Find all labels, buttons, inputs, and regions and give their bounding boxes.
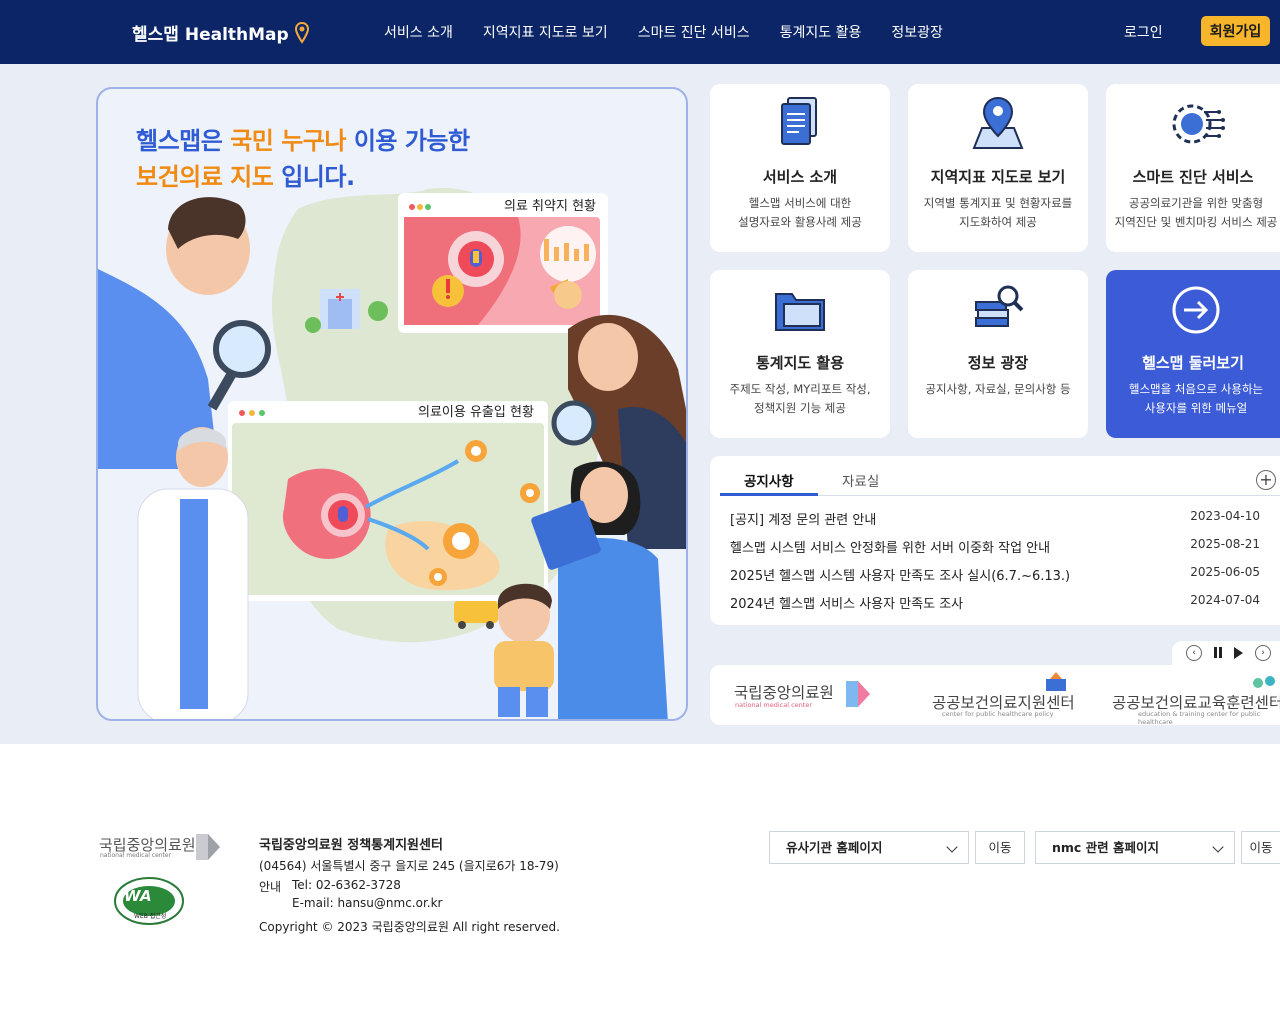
hero-line1-a: 헬스맵은 bbox=[136, 127, 223, 155]
nav-stat-map[interactable]: 통계지도 활용 bbox=[780, 22, 862, 42]
footer-guide-label: 안내 bbox=[259, 880, 282, 894]
notice-board: 공지사항 자료실 + [공지] 계정 문의 관련 안내 2023-04-10 헬… bbox=[710, 456, 1280, 625]
chevron-down-icon bbox=[946, 841, 958, 853]
notice-row[interactable]: 헬스맵 시스템 서비스 안정화를 위한 서버 이중화 작업 안내 2025-08… bbox=[730, 537, 1260, 556]
top-header: 헬스맵 HealthMap 서비스 소개 지역지표 지도로 보기 스마트 진단 … bbox=[0, 0, 1280, 64]
main-nav: 서비스 소개 지역지표 지도로 보기 스마트 진단 서비스 통계지도 활용 정보… bbox=[384, 22, 943, 42]
notice-title[interactable]: 2025년 헬스맵 시스템 사용자 만족도 조사 실시(6.7.~6.13.) bbox=[730, 565, 1070, 584]
tab-active-indicator bbox=[720, 493, 818, 496]
gear-circuit-icon bbox=[1172, 104, 1225, 144]
footer-logo-icon bbox=[196, 834, 220, 860]
notice-date: 2025-08-21 bbox=[1190, 537, 1260, 551]
banner-next-icon[interactable]: › bbox=[1255, 645, 1271, 661]
nmc-sites-select[interactable]: nmc 관련 홈페이지 bbox=[1035, 831, 1235, 864]
hero-line2-b: 입니다. bbox=[281, 163, 355, 191]
notice-date: 2024-07-04 bbox=[1190, 593, 1260, 607]
card-desc: 공지사항, 자료실, 문의사항 등 bbox=[925, 382, 1071, 396]
card-desc: 헬스맵을 처음으로 사용하는 사용자를 위한 메뉴얼 bbox=[1128, 382, 1264, 415]
banner-prev-icon[interactable]: ‹ bbox=[1186, 645, 1202, 661]
card-desc: 헬스맵 서비스에 대한 설명자료와 활용사례 제공 bbox=[738, 196, 862, 229]
logo-text: 헬스맵 HealthMap bbox=[132, 25, 289, 45]
nmc-logo-icon bbox=[846, 681, 870, 707]
partner-public-health-sub: center for public healthcare policy bbox=[942, 710, 1054, 718]
card-healthmap-tour[interactable]: 헬스맵 둘러보기 헬스맵을 처음으로 사용하는 사용자를 위한 메뉴얼 bbox=[1106, 270, 1280, 438]
notice-row[interactable]: 2025년 헬스맵 시스템 사용자 만족도 조사 실시(6.7.~6.13.) … bbox=[730, 565, 1260, 584]
site-logo[interactable]: 헬스맵 HealthMap bbox=[132, 20, 309, 45]
partner-nmc-sub: national medical center bbox=[735, 701, 813, 709]
panel-vulnerable-label: 의료 취약지 현황 bbox=[504, 199, 596, 214]
card-info-plaza[interactable]: 정보 광장 공지사항, 자료실, 문의사항 등 bbox=[908, 270, 1088, 438]
main-area: 헬스맵은 국민 누구나 이용 가능한 보건의료 지도 입니다. 의료 취약지 현… bbox=[0, 64, 1280, 744]
public-health-logo-icon bbox=[1046, 672, 1066, 691]
nav-service-intro[interactable]: 서비스 소개 bbox=[384, 22, 453, 42]
card-desc: 주제도 작성, MY리포트 작성, 정책지원 기능 제공 bbox=[729, 382, 871, 415]
card-title: 정보 광장 bbox=[967, 354, 1029, 372]
card-desc: 공공의료기관을 위한 맞춤형 지역진단 및 벤치마킹 서비스 제공 bbox=[1114, 196, 1278, 229]
partner-training-center-sub: education & training center for public h… bbox=[1138, 710, 1261, 726]
panel-flow-label: 의료이용 유출입 현황 bbox=[418, 405, 534, 420]
footer-address: (04564) 서울특별시 중구 을지로 245 (을지로6가 18-79) bbox=[259, 859, 559, 873]
footer-email: E-mail: hansu@nmc.or.kr bbox=[292, 896, 443, 910]
notice-date: 2023-04-10 bbox=[1190, 509, 1260, 523]
hero-line2-a: 보건의료 지도 bbox=[136, 163, 274, 191]
notice-title[interactable]: 2024년 헬스맵 서비스 사용자 만족도 조사 bbox=[730, 593, 963, 612]
card-title: 서비스 소개 bbox=[762, 168, 838, 186]
hero-illustration: 헬스맵은 국민 누구나 이용 가능한 보건의료 지도 입니다. 의료 취약지 현… bbox=[96, 87, 688, 721]
nav-info-plaza[interactable]: 정보광장 bbox=[891, 22, 943, 42]
login-link[interactable]: 로그인 bbox=[1124, 22, 1163, 42]
notice-title[interactable]: 헬스맵 시스템 서비스 안정화를 위한 서버 이중화 작업 안내 bbox=[730, 537, 1050, 556]
nav-smart-diagnosis[interactable]: 스마트 진단 서비스 bbox=[638, 22, 750, 42]
document-icon bbox=[781, 97, 817, 145]
card-regional-map[interactable]: 지역지표 지도로 보기 지역별 통계지표 및 현황자료를 지도화하여 제공 bbox=[908, 84, 1088, 252]
wa-badge-sub: WEB 접근성 bbox=[134, 913, 167, 920]
logo-pin-icon bbox=[294, 21, 309, 44]
notice-title[interactable]: [공지] 계정 문의 관련 안내 bbox=[730, 509, 876, 528]
related-sites-select-value: 유사기관 홈페이지 bbox=[786, 840, 883, 855]
nmc-sites-select-value: nmc 관련 홈페이지 bbox=[1052, 840, 1160, 855]
nmc-sites-go-button[interactable]: 이동 bbox=[1241, 831, 1280, 864]
footer-copyright: Copyright © 2023 국립중앙의료원 All right reser… bbox=[259, 920, 560, 934]
card-title: 헬스맵 둘러보기 bbox=[1142, 354, 1244, 372]
banner-pause-icon[interactable] bbox=[1214, 647, 1217, 658]
footer-tel: Tel: 02-6362-3728 bbox=[292, 878, 401, 892]
hero-headline: 헬스맵은 국민 누구나 이용 가능한 보건의료 지도 입니다. bbox=[136, 123, 470, 195]
notice-row[interactable]: 2024년 헬스맵 서비스 사용자 만족도 조사 2024-07-04 bbox=[730, 593, 1260, 612]
hero-line1-b: 국민 누구나 bbox=[230, 127, 346, 155]
banner-pause-icon-bar[interactable] bbox=[1219, 647, 1222, 658]
more-plus-icon[interactable]: + bbox=[1256, 470, 1276, 490]
books-search-icon bbox=[975, 285, 1024, 327]
notice-date: 2025-06-05 bbox=[1190, 565, 1260, 579]
card-smart-diagnosis[interactable]: 스마트 진단 서비스 공공의료기관을 위한 맞춤형 지역진단 및 벤치마킹 서비… bbox=[1106, 84, 1280, 252]
folder-icon bbox=[775, 293, 825, 331]
tab-library[interactable]: 자료실 bbox=[842, 470, 879, 490]
card-title: 지역지표 지도로 보기 bbox=[930, 168, 1066, 186]
chevron-down-icon bbox=[1212, 841, 1224, 853]
banner-play-icon[interactable] bbox=[1234, 647, 1243, 659]
hero-line1-c: 이용 가능한 bbox=[353, 127, 470, 155]
banner-controls: ‹ › bbox=[1172, 641, 1280, 665]
partner-banner: 국립중앙의료원 national medical center 공공보건의료지원… bbox=[710, 665, 1280, 726]
card-title: 스마트 진단 서비스 bbox=[1132, 168, 1254, 186]
related-sites-go-button[interactable]: 이동 bbox=[975, 831, 1025, 864]
card-title: 통계지도 활용 bbox=[755, 354, 845, 372]
map-pin-icon bbox=[972, 96, 1024, 149]
wa-badge-text: WA bbox=[124, 887, 152, 905]
card-desc: 지역별 통계지표 및 현황자료를 지도화하여 제공 bbox=[923, 196, 1073, 229]
signup-button[interactable]: 회원가입 bbox=[1201, 16, 1270, 46]
footer-logo-sub: national medical center bbox=[100, 852, 172, 859]
nav-regional-map[interactable]: 지역지표 지도로 보기 bbox=[483, 22, 608, 42]
tab-notice[interactable]: 공지사항 bbox=[744, 470, 794, 490]
card-service-intro[interactable]: 서비스 소개 헬스맵 서비스에 대한 설명자료와 활용사례 제공 bbox=[710, 84, 890, 252]
notice-row[interactable]: [공지] 계정 문의 관련 안내 2023-04-10 bbox=[730, 509, 1260, 528]
footer-org-name: 국립중앙의료원 정책통계지원센터 bbox=[259, 838, 443, 853]
related-sites-select[interactable]: 유사기관 홈페이지 bbox=[769, 831, 969, 864]
arrow-circle-icon bbox=[1172, 286, 1220, 334]
partner-nmc-name: 국립중앙의료원 bbox=[734, 684, 834, 702]
card-stat-map[interactable]: 통계지도 활용 주제도 작성, MY리포트 작성, 정책지원 기능 제공 bbox=[710, 270, 890, 438]
training-center-logo-icon bbox=[1253, 676, 1275, 688]
